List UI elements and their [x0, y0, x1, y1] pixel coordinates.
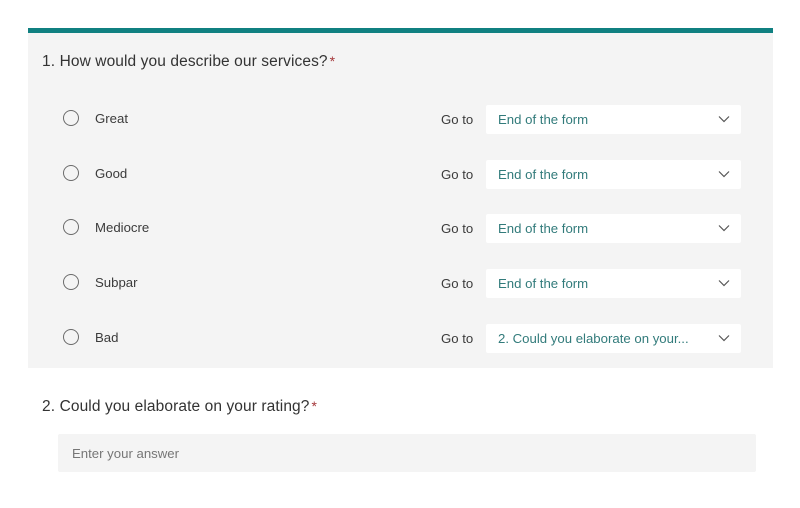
- option-row-subpar[interactable]: Subpar Go to End of the form: [28, 266, 773, 300]
- branch-dropdown-value-bad: 2. Could you elaborate on your...: [498, 331, 689, 346]
- question-2-answer-input[interactable]: [58, 434, 756, 472]
- radio-button-icon-bad[interactable]: [63, 329, 79, 345]
- chevron-down-icon-good: [718, 170, 730, 179]
- radio-button-icon-mediocre[interactable]: [63, 219, 79, 235]
- branch-dropdown-bad[interactable]: 2. Could you elaborate on your...: [486, 324, 741, 353]
- branch-dropdown-value-subpar: End of the form: [498, 276, 589, 291]
- radio-button-icon-great[interactable]: [63, 110, 79, 126]
- radio-button-icon-good[interactable]: [63, 165, 79, 181]
- card-accent-bar: [28, 28, 773, 33]
- chevron-down-icon-subpar: [718, 279, 730, 288]
- option-label-great: Great: [95, 111, 128, 126]
- branch-dropdown-value-mediocre: End of the form: [498, 221, 589, 236]
- question-1-text: How would you describe our services?: [59, 53, 328, 70]
- radio-button-icon-subpar[interactable]: [63, 274, 79, 290]
- option-row-good[interactable]: Good Go to End of the form: [28, 157, 773, 191]
- option-row-bad[interactable]: Bad Go to 2. Could you elaborate on your…: [28, 321, 773, 355]
- question-1-number: 1.: [42, 53, 56, 70]
- chevron-down-icon-bad: [718, 334, 730, 343]
- option-row-mediocre[interactable]: Mediocre Go to End of the form: [28, 211, 773, 245]
- question-2-text: Could you elaborate on your rating?: [59, 398, 310, 415]
- question-2-title: 2. Could you elaborate on your rating? *: [42, 398, 317, 416]
- question-2-required-marker: *: [311, 398, 318, 414]
- goto-label-bad: Go to: [441, 331, 474, 346]
- branch-dropdown-mediocre[interactable]: End of the form: [486, 214, 741, 243]
- question-2-number: 2.: [42, 398, 56, 415]
- option-label-bad: Bad: [95, 330, 119, 345]
- branch-dropdown-value-great: End of the form: [498, 112, 589, 127]
- goto-label-mediocre: Go to: [441, 221, 474, 236]
- chevron-down-icon-mediocre: [718, 224, 730, 233]
- branch-dropdown-value-good: End of the form: [498, 167, 589, 182]
- branch-dropdown-subpar[interactable]: End of the form: [486, 269, 741, 298]
- branch-dropdown-great[interactable]: End of the form: [486, 105, 741, 134]
- option-label-good: Good: [95, 166, 128, 181]
- branch-dropdown-good[interactable]: End of the form: [486, 160, 741, 189]
- goto-label-subpar: Go to: [441, 276, 474, 291]
- option-row-great[interactable]: Great Go to End of the form: [28, 102, 773, 136]
- option-label-mediocre: Mediocre: [95, 220, 150, 235]
- question-1-card: 1. How would you describe our services? *…: [28, 28, 773, 368]
- question-1-required-marker: *: [329, 53, 336, 69]
- option-label-subpar: Subpar: [95, 275, 138, 290]
- goto-label-good: Go to: [441, 167, 474, 182]
- question-1-title: 1. How would you describe our services? *: [42, 53, 335, 71]
- chevron-down-icon-great: [718, 115, 730, 124]
- goto-label-great: Go to: [441, 112, 474, 127]
